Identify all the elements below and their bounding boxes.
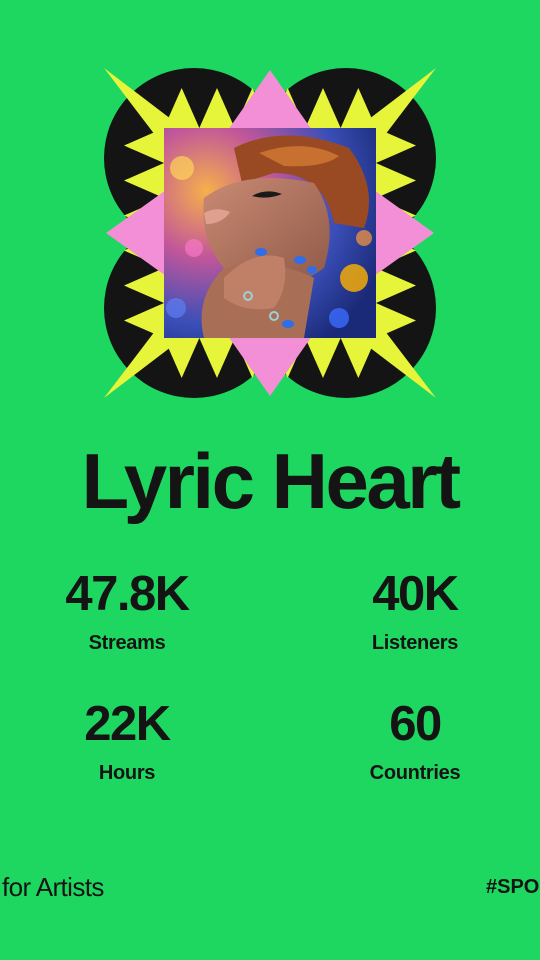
footer-brand: for Artists xyxy=(2,872,104,902)
stat-listeners: 40K Listeners xyxy=(315,566,515,655)
stat-label: Streams xyxy=(88,632,166,654)
stat-value: 47.8K xyxy=(65,567,190,621)
stat-label: Countries xyxy=(369,762,461,784)
artist-name: Lyric Heart xyxy=(81,437,461,525)
stat-value: 22K xyxy=(84,697,171,751)
stat-label: Hours xyxy=(98,762,156,784)
stat-value: 40K xyxy=(372,567,459,621)
artist-artwork xyxy=(104,68,436,398)
artist-photo xyxy=(164,128,376,338)
footer-hashtag[interactable]: #SPO xyxy=(486,876,539,899)
stat-streams: 47.8K Streams xyxy=(27,566,227,655)
stat-countries: 60 Countries xyxy=(315,696,515,785)
stat-hours: 22K Hours xyxy=(27,696,227,785)
stat-label: Listeners xyxy=(371,632,459,654)
stat-value: 60 xyxy=(389,697,442,751)
